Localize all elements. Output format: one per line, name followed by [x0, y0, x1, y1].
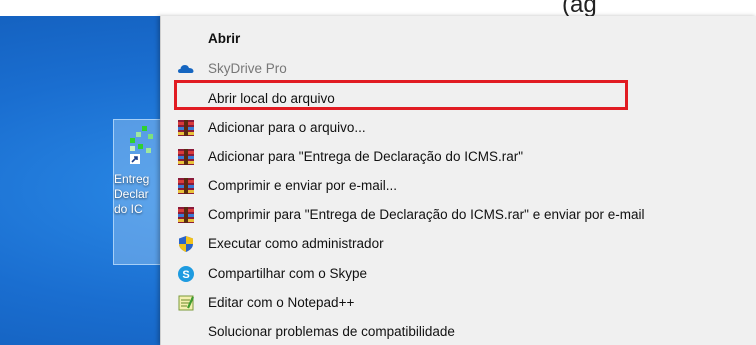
svg-text:S: S — [182, 269, 189, 281]
menu-item-label: Adicionar para "Entrega de Declaração do… — [208, 149, 523, 164]
menu-item-notepad[interactable]: Editar com o Notepad++ — [161, 290, 756, 316]
menu-item-label: Editar com o Notepad++ — [208, 295, 355, 310]
menu-item-label: SkyDrive Pro — [208, 61, 287, 76]
menu-item-skype[interactable]: S Compartilhar com o Skype — [161, 261, 756, 287]
menu-item-label: Abrir — [208, 31, 241, 46]
menu-item-label: Solucionar problemas de compatibilidade — [208, 324, 455, 339]
menu-item-abrir[interactable]: Abrir — [161, 26, 756, 52]
menu-item-label: Comprimir e enviar por e-mail... — [208, 178, 398, 193]
menu-item-skydrive-pro[interactable]: SkyDrive Pro — [161, 56, 756, 82]
shortcut-file-icon — [130, 126, 153, 164]
highlight-annotation-box — [174, 80, 628, 110]
top-document-strip: (ag — [0, 0, 756, 18]
skype-icon: S — [178, 266, 194, 282]
context-menu: Abrir SkyDrive Pro Abrir local do arquiv… — [160, 16, 756, 345]
menu-item-comprimir-rar-email[interactable]: Comprimir para "Entrega de Declaração do… — [161, 202, 756, 228]
winrar-icon — [178, 120, 194, 136]
menu-item-executar-admin[interactable]: Executar como administrador — [161, 231, 756, 257]
shield-icon — [179, 236, 193, 252]
notepad-icon — [178, 295, 195, 311]
cloud-icon — [178, 65, 194, 73]
winrar-icon — [178, 149, 194, 165]
menu-item-comprimir-email[interactable]: Comprimir e enviar por e-mail... — [161, 173, 756, 199]
winrar-icon — [178, 178, 194, 194]
menu-item-label: Adicionar para o arquivo... — [208, 120, 366, 135]
menu-item-adicionar-rar[interactable]: Adicionar para "Entrega de Declaração do… — [161, 144, 756, 170]
menu-item-solucionar[interactable]: Solucionar problemas de compatibilidade — [161, 319, 756, 345]
menu-item-adicionar-arquivo[interactable]: Adicionar para o arquivo... — [161, 115, 756, 141]
menu-item-label: Executar como administrador — [208, 236, 384, 251]
desktop-file-icon[interactable]: Entreg Declar do IC — [113, 119, 165, 265]
winrar-icon — [178, 207, 194, 223]
menu-item-label: Comprimir para "Entrega de Declaração do… — [208, 207, 645, 222]
menu-item-label: Compartilhar com o Skype — [208, 266, 368, 281]
